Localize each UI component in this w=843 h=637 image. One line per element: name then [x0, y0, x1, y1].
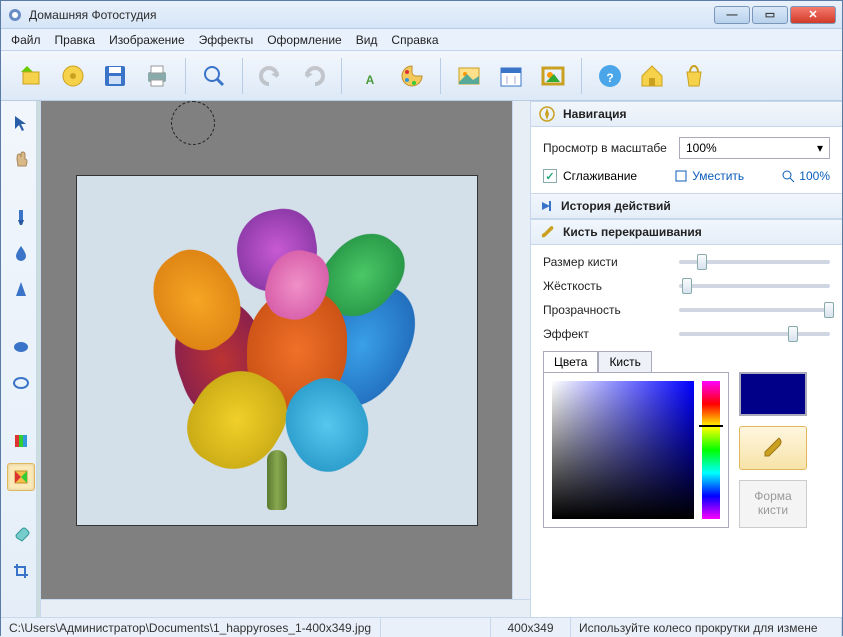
hardness-slider[interactable] — [679, 284, 830, 288]
canvas-scroll-v[interactable] — [512, 101, 530, 599]
burn-tool[interactable] — [7, 369, 35, 397]
right-panel: Навигация Просмотр в масштабе 100% ▾ ✓ С… — [530, 101, 842, 617]
nav-panel-body: Просмотр в масштабе 100% ▾ ✓ Сглаживание… — [531, 127, 842, 193]
tool-palette — [1, 101, 41, 617]
recent-button[interactable] — [55, 58, 91, 94]
close-button[interactable]: ✕ — [790, 6, 836, 24]
brush-panel-header[interactable]: Кисть перекрашивания — [531, 219, 842, 245]
history-title: История действий — [561, 199, 671, 213]
maximize-button[interactable]: ▭ — [752, 6, 788, 24]
status-dims: 400x349 — [491, 618, 571, 637]
brush-panel-body: Размер кисти Жёсткость Прозрачность Эффе… — [531, 245, 842, 351]
color-box — [543, 372, 729, 528]
nav-title: Навигация — [563, 107, 627, 121]
canvas-scroll-h[interactable] — [41, 599, 530, 617]
svg-text:?: ? — [606, 71, 613, 85]
menu-file[interactable]: Файл — [11, 33, 41, 47]
frame-button[interactable] — [535, 58, 571, 94]
status-path: C:\Users\Администратор\Documents\1_happy… — [1, 618, 381, 637]
text-button[interactable]: A — [352, 58, 388, 94]
color-tabstrip: Цвета Кисть — [543, 351, 830, 372]
zoom-value: 100% — [686, 141, 717, 155]
help-button[interactable]: ? — [592, 58, 628, 94]
canvas-area[interactable] — [41, 101, 512, 599]
window-titlebar: Домашняя Фотостудия — ▭ ✕ — [1, 1, 842, 29]
brush-tab[interactable]: Кисть — [598, 351, 651, 372]
shop-button[interactable] — [676, 58, 712, 94]
history-panel-header[interactable]: История действий — [531, 193, 842, 219]
main-area: Навигация Просмотр в масштабе 100% ▾ ✓ С… — [1, 101, 842, 617]
eraser-tool[interactable] — [7, 521, 35, 549]
undo-button[interactable] — [253, 58, 289, 94]
recolor-tool[interactable] — [7, 463, 35, 491]
fit-link[interactable]: Уместить — [674, 169, 744, 183]
history-icon — [539, 199, 553, 213]
effect-slider[interactable] — [679, 332, 830, 336]
image-button[interactable] — [451, 58, 487, 94]
current-color-swatch[interactable] — [739, 372, 807, 416]
brush-shape-button: Форма кисти — [739, 480, 807, 528]
menu-image[interactable]: Изображение — [109, 33, 185, 47]
color-picker-section: Форма кисти — [531, 372, 842, 540]
canvas-wrap — [41, 101, 530, 617]
colors-tab[interactable]: Цвета — [543, 351, 598, 372]
window-controls: — ▭ ✕ — [714, 6, 836, 24]
redo-button[interactable] — [295, 58, 331, 94]
pointer-tool[interactable] — [7, 109, 35, 137]
zoom-select[interactable]: 100% ▾ — [679, 137, 830, 159]
zoom-button[interactable] — [196, 58, 232, 94]
open-button[interactable] — [13, 58, 49, 94]
eyedropper-button[interactable] — [739, 426, 807, 470]
main-toolbar: A ? — [1, 51, 842, 101]
menubar: Файл Правка Изображение Эффекты Оформлен… — [1, 29, 842, 51]
saturation-value-area[interactable] — [552, 381, 694, 519]
minimize-button[interactable]: — — [714, 6, 750, 24]
palette-button[interactable] — [394, 58, 430, 94]
smoothing-label: Сглаживание — [563, 169, 637, 183]
hardness-label: Жёсткость — [543, 279, 669, 293]
menu-design[interactable]: Оформление — [267, 33, 341, 47]
sharpen-tool[interactable] — [7, 275, 35, 303]
gradient-tool[interactable] — [7, 427, 35, 455]
opacity-slider[interactable] — [679, 308, 830, 312]
nav-panel-header[interactable]: Навигация — [531, 101, 842, 127]
menu-edit[interactable]: Правка — [55, 33, 96, 47]
size-label: Размер кисти — [543, 255, 669, 269]
effect-label: Эффект — [543, 327, 669, 341]
save-button[interactable] — [97, 58, 133, 94]
hue-bar[interactable] — [702, 381, 720, 519]
calendar-button[interactable] — [493, 58, 529, 94]
menu-effects[interactable]: Эффекты — [199, 33, 254, 47]
status-hint: Используйте колесо прокрутки для измене — [571, 618, 842, 637]
tool-scroll[interactable] — [36, 101, 40, 617]
print-button[interactable] — [139, 58, 175, 94]
compass-icon — [539, 106, 555, 122]
canvas-image — [76, 175, 478, 526]
crop-tool[interactable] — [7, 557, 35, 585]
blur-tool[interactable] — [7, 239, 35, 267]
smoothing-checkbox[interactable]: ✓ — [543, 169, 557, 183]
home-button[interactable] — [634, 58, 670, 94]
app-icon — [7, 7, 23, 23]
statusbar: C:\Users\Администратор\Documents\1_happy… — [1, 617, 842, 637]
hundred-link[interactable]: 100% — [781, 169, 830, 183]
menu-view[interactable]: Вид — [356, 33, 378, 47]
dodge-tool[interactable] — [7, 333, 35, 361]
selection-marquee — [171, 101, 215, 145]
menu-help[interactable]: Справка — [391, 33, 438, 47]
zoom-label: Просмотр в масштабе — [543, 141, 669, 155]
brush-tool[interactable] — [7, 203, 35, 231]
status-empty — [381, 618, 491, 637]
brush-icon — [539, 224, 555, 240]
window-title: Домашняя Фотостудия — [29, 8, 714, 22]
svg-text:A: A — [366, 73, 375, 87]
chevron-down-icon: ▾ — [817, 141, 823, 155]
opacity-label: Прозрачность — [543, 303, 669, 317]
brush-title: Кисть перекрашивания — [563, 225, 702, 239]
size-slider[interactable] — [679, 260, 830, 264]
hand-tool[interactable] — [7, 145, 35, 173]
